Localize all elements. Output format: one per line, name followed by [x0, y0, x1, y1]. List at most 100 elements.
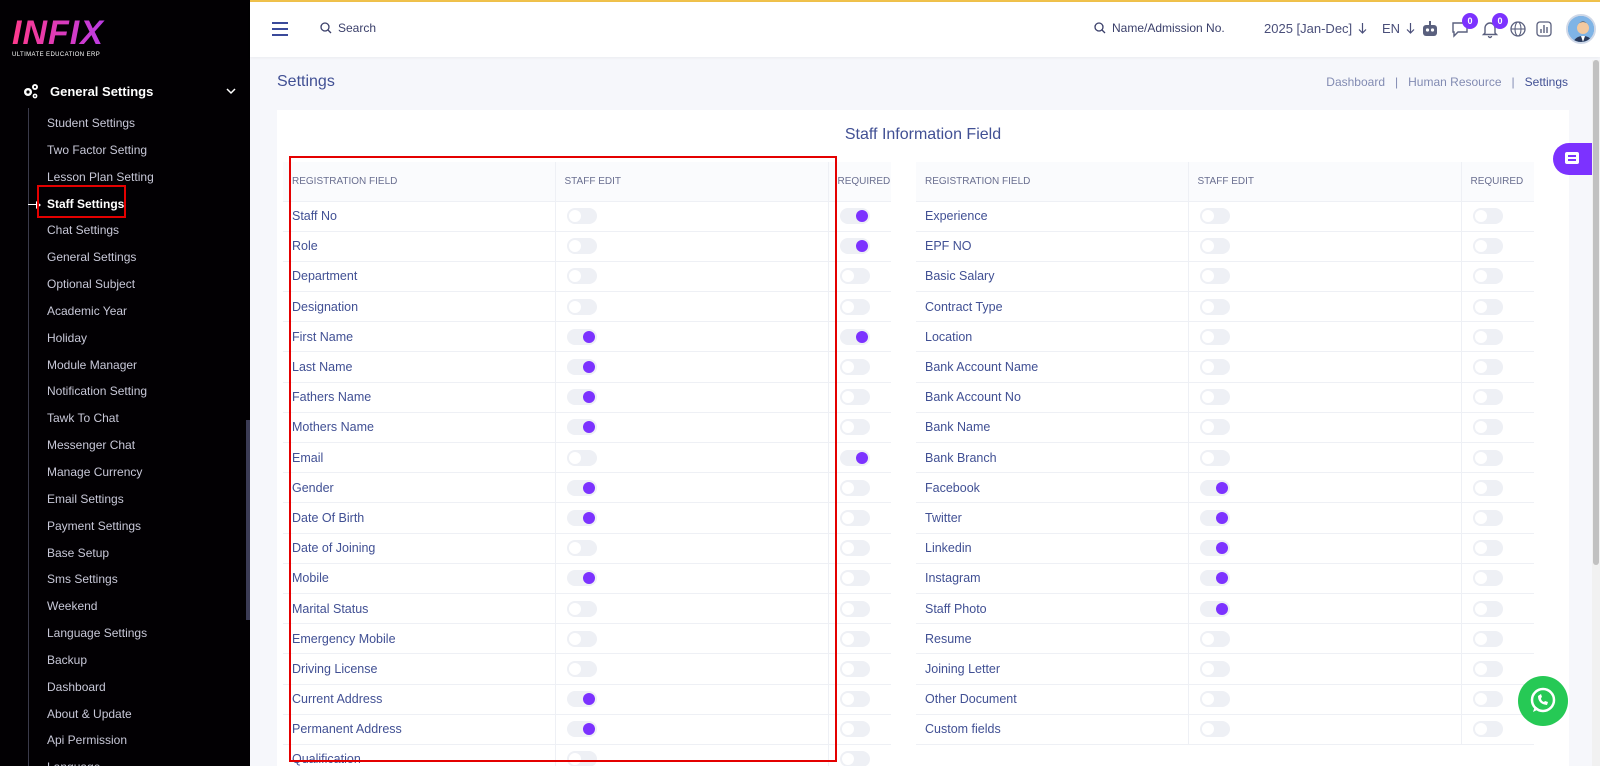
sidebar-item[interactable]: Backup — [0, 647, 246, 674]
sidebar-item[interactable]: Manage Currency — [0, 459, 246, 486]
staff-edit-toggle[interactable] — [1199, 600, 1230, 617]
required-toggle[interactable] — [1472, 359, 1503, 376]
required-toggle[interactable] — [839, 691, 870, 708]
staff-edit-toggle[interactable] — [1199, 328, 1230, 345]
required-toggle[interactable] — [839, 630, 870, 647]
required-toggle[interactable] — [839, 721, 870, 738]
required-toggle[interactable] — [839, 298, 870, 315]
page-scrollbar-thumb[interactable] — [1593, 60, 1599, 565]
sidebar-item[interactable]: Tawk To Chat — [0, 405, 246, 432]
required-toggle[interactable] — [1472, 268, 1503, 285]
avatar[interactable] — [1566, 14, 1596, 44]
required-toggle[interactable] — [839, 359, 870, 376]
sidebar-item[interactable]: Two Factor Setting — [0, 137, 246, 164]
required-toggle[interactable] — [839, 600, 870, 617]
sidebar-item[interactable]: Sms Settings — [0, 566, 246, 593]
required-toggle[interactable] — [1472, 238, 1503, 255]
required-toggle[interactable] — [839, 208, 870, 225]
staff-edit-toggle[interactable] — [1199, 570, 1230, 587]
sidebar-item[interactable]: Api Permission — [0, 727, 246, 754]
staff-edit-toggle[interactable] — [1199, 208, 1230, 225]
logo[interactable]: INFIX ULTIMATE EDUCATION ERP — [12, 16, 132, 60]
required-toggle[interactable] — [839, 540, 870, 557]
staff-edit-toggle[interactable] — [1199, 721, 1230, 738]
academic-year-select[interactable]: 2025 [Jan-Dec] — [1264, 21, 1367, 36]
required-toggle[interactable] — [1472, 449, 1503, 466]
sidebar-item[interactable]: Dashboard — [0, 674, 246, 701]
required-toggle[interactable] — [1472, 479, 1503, 496]
required-toggle[interactable] — [1472, 419, 1503, 436]
notifications-button[interactable]: 0 — [1480, 13, 1508, 39]
required-toggle[interactable] — [1472, 208, 1503, 225]
staff-edit-toggle[interactable] — [1199, 298, 1230, 315]
required-toggle[interactable] — [839, 268, 870, 285]
sidebar-item[interactable]: Base Setup — [0, 540, 246, 567]
required-toggle[interactable] — [1472, 691, 1503, 708]
sidebar-item[interactable]: About & Update — [0, 701, 246, 728]
sidebar-scrollbar[interactable] — [246, 420, 250, 620]
required-toggle[interactable] — [839, 328, 870, 345]
sidebar-item[interactable]: Payment Settings — [0, 513, 246, 540]
staff-edit-toggle[interactable] — [1199, 509, 1230, 526]
required-toggle[interactable] — [1472, 389, 1503, 406]
staff-edit-toggle[interactable] — [1199, 419, 1230, 436]
sidebar-item[interactable]: General Settings — [0, 244, 246, 271]
required-toggle[interactable] — [1472, 540, 1503, 557]
sidebar-item[interactable]: Chat Settings — [0, 217, 246, 244]
globe-icon[interactable] — [1508, 19, 1528, 39]
required-toggle[interactable] — [1472, 660, 1503, 677]
staff-edit-toggle[interactable] — [1199, 691, 1230, 708]
required-toggle[interactable] — [839, 389, 870, 406]
breadcrumb-dashboard[interactable]: Dashboard — [1326, 75, 1385, 89]
whatsapp-button[interactable] — [1518, 676, 1568, 726]
sidebar-item[interactable]: Module Manager — [0, 352, 246, 379]
staff-edit-toggle[interactable] — [1199, 449, 1230, 466]
staff-edit-toggle[interactable] — [1199, 359, 1230, 376]
search-box[interactable]: Search — [320, 21, 376, 35]
staff-edit-toggle[interactable] — [1199, 389, 1230, 406]
required-toggle[interactable] — [839, 419, 870, 436]
language-select[interactable]: EN — [1382, 21, 1415, 36]
staff-edit-toggle[interactable] — [1199, 540, 1230, 557]
chart-icon[interactable] — [1534, 19, 1554, 39]
sidebar-item[interactable]: Academic Year — [0, 298, 246, 325]
robot-icon[interactable] — [1420, 19, 1440, 39]
sidebar-item[interactable]: Messenger Chat — [0, 432, 246, 459]
sidebar-item[interactable]: Holiday — [0, 325, 246, 352]
sidebar-group-general-settings[interactable]: General Settings — [22, 80, 236, 102]
staff-edit-toggle[interactable] — [1199, 479, 1230, 496]
required-toggle[interactable] — [1472, 298, 1503, 315]
messages-button[interactable]: 0 — [1450, 13, 1478, 39]
required-toggle[interactable] — [1472, 600, 1503, 617]
required-cell — [1460, 442, 1534, 474]
required-toggle[interactable] — [839, 449, 870, 466]
side-cart-button[interactable] — [1553, 143, 1593, 175]
sidebar-item[interactable]: Email Settings — [0, 486, 246, 513]
required-toggle[interactable] — [1472, 570, 1503, 587]
required-toggle[interactable] — [839, 509, 870, 526]
required-toggle[interactable] — [839, 479, 870, 496]
staff-edit-toggle[interactable] — [1199, 630, 1230, 647]
page-scrollbar[interactable] — [1592, 60, 1600, 766]
required-toggle[interactable] — [1472, 630, 1503, 647]
student-search-box[interactable]: Name/Admission No. — [1094, 21, 1225, 35]
sidebar-item[interactable]: Notification Setting — [0, 378, 246, 405]
sidebar-item[interactable]: Weekend — [0, 593, 246, 620]
required-toggle[interactable] — [839, 570, 870, 587]
required-toggle[interactable] — [1472, 328, 1503, 345]
staff-edit-cell — [1187, 231, 1461, 262]
required-toggle[interactable] — [839, 751, 870, 766]
required-toggle[interactable] — [1472, 721, 1503, 738]
required-toggle[interactable] — [1472, 509, 1503, 526]
sidebar-item[interactable]: Language Settings — [0, 620, 246, 647]
required-toggle[interactable] — [839, 660, 870, 677]
staff-edit-toggle[interactable] — [1199, 268, 1230, 285]
required-toggle[interactable] — [839, 238, 870, 255]
sidebar-item[interactable]: Student Settings — [0, 110, 246, 137]
staff-edit-toggle[interactable] — [1199, 660, 1230, 677]
sidebar-item[interactable]: Language — [0, 754, 246, 766]
hamburger-icon[interactable] — [272, 22, 288, 36]
breadcrumb-human-resource[interactable]: Human Resource — [1408, 75, 1501, 89]
staff-edit-toggle[interactable] — [1199, 238, 1230, 255]
sidebar-item[interactable]: Optional Subject — [0, 271, 246, 298]
